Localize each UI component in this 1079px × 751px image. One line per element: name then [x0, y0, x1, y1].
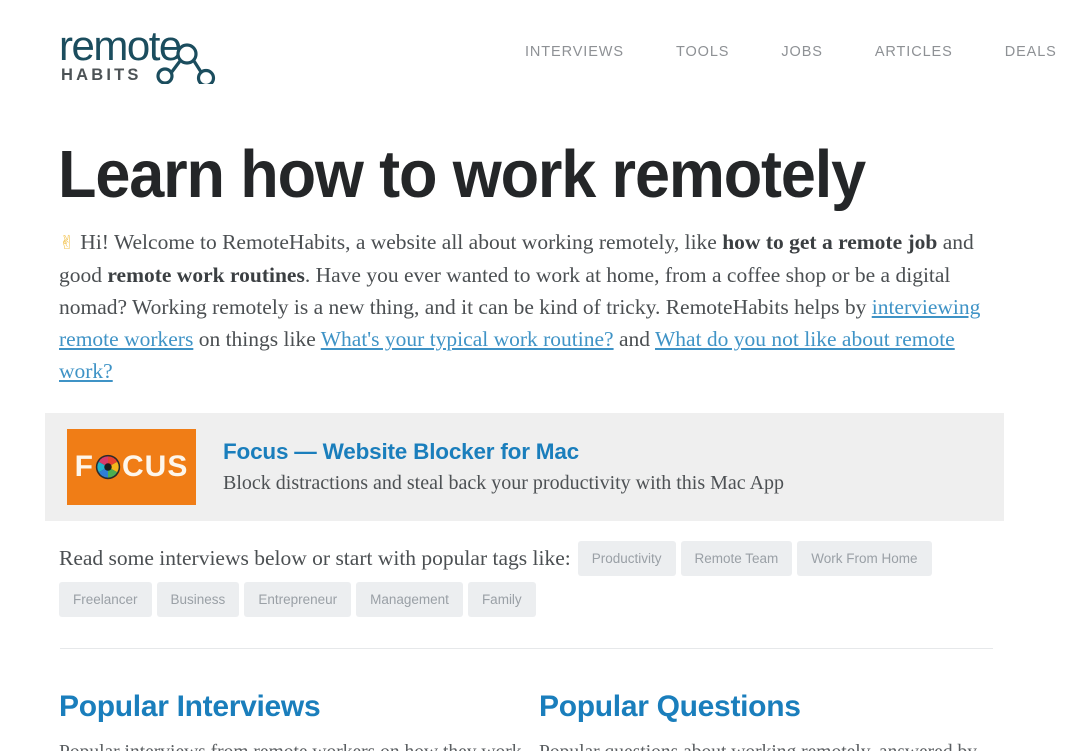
- intro-paragraph: ✌ Hi! Welcome to RemoteHabits, a website…: [59, 226, 989, 387]
- tag-business[interactable]: Business: [156, 582, 240, 617]
- popular-questions-heading: Popular Questions: [539, 690, 801, 723]
- focus-app-logo: F CUS: [67, 429, 196, 505]
- nav-item-articles[interactable]: ARTICLES: [849, 44, 979, 60]
- page-title: Learn how to work remotely: [58, 137, 866, 212]
- nav-item-interviews[interactable]: INTERVIEWS: [520, 44, 650, 60]
- sponsor-banner[interactable]: F CUS Focus — Website Blocker for Mac Bl…: [45, 413, 1004, 521]
- nav-item-tools[interactable]: TOOLS: [650, 44, 755, 60]
- tag-management[interactable]: Management: [356, 582, 463, 617]
- tag-family[interactable]: Family: [467, 582, 536, 617]
- nav-item-jobs[interactable]: JOBS: [755, 44, 848, 60]
- tag-productivity[interactable]: Productivity: [577, 541, 676, 576]
- tag-work-from-home[interactable]: Work From Home: [797, 541, 932, 576]
- intro-bold-2: remote work routines: [107, 263, 305, 287]
- focus-logo-text-left: F: [74, 450, 94, 483]
- tag-entrepreneur[interactable]: Entrepreneur: [244, 582, 352, 617]
- sponsor-title-link[interactable]: Focus — Website Blocker for Mac: [223, 439, 784, 465]
- link-typical-work-routine[interactable]: What's your typical work routine?: [321, 327, 614, 351]
- content-columns: Popular Interviews Popular interviews fr…: [59, 690, 994, 751]
- tag-freelancer[interactable]: Freelancer: [59, 582, 152, 617]
- logo-icon: remote HABITS: [59, 28, 216, 84]
- victory-hand-icon: ✌: [59, 232, 75, 254]
- logo-wordmark-primary: remote: [59, 28, 181, 69]
- intro-text-1: Hi! Welcome to RemoteHabits, a website a…: [74, 230, 723, 254]
- page-root: remote HABITS INTERVIEWS TOOLS JOBS ARTI…: [0, 0, 1079, 751]
- column-popular-questions: Popular Questions Popular questions abou…: [539, 690, 994, 751]
- sponsor-description: Block distractions and steal back your p…: [223, 472, 785, 494]
- popular-tags-section: Read some interviews below or start with…: [59, 538, 994, 620]
- aperture-icon: [95, 454, 121, 480]
- intro-text-4: on things like: [193, 327, 321, 351]
- site-header: remote HABITS INTERVIEWS TOOLS JOBS ARTI…: [0, 0, 1079, 110]
- main-navigation: INTERVIEWS TOOLS JOBS ARTICLES DEALS: [520, 44, 1079, 60]
- intro-bold-1: how to get a remote job: [722, 230, 938, 254]
- nav-item-deals[interactable]: DEALS: [979, 44, 1079, 60]
- popular-interviews-heading: Popular Interviews: [59, 690, 321, 723]
- popular-questions-description: Popular questions about working remotely…: [539, 738, 994, 751]
- focus-logo-text-right: CUS: [121, 450, 189, 483]
- section-divider: [60, 648, 993, 649]
- tag-remote-team[interactable]: Remote Team: [680, 541, 793, 576]
- column-popular-interviews: Popular Interviews Popular interviews fr…: [59, 690, 539, 751]
- logo-wordmark-secondary: HABITS: [61, 66, 142, 84]
- site-logo[interactable]: remote HABITS: [59, 28, 239, 84]
- popular-interviews-description: Popular interviews from remote workers o…: [59, 738, 539, 751]
- intro-text-5: and: [613, 327, 655, 351]
- tags-lead-text: Read some interviews below or start with…: [59, 546, 571, 570]
